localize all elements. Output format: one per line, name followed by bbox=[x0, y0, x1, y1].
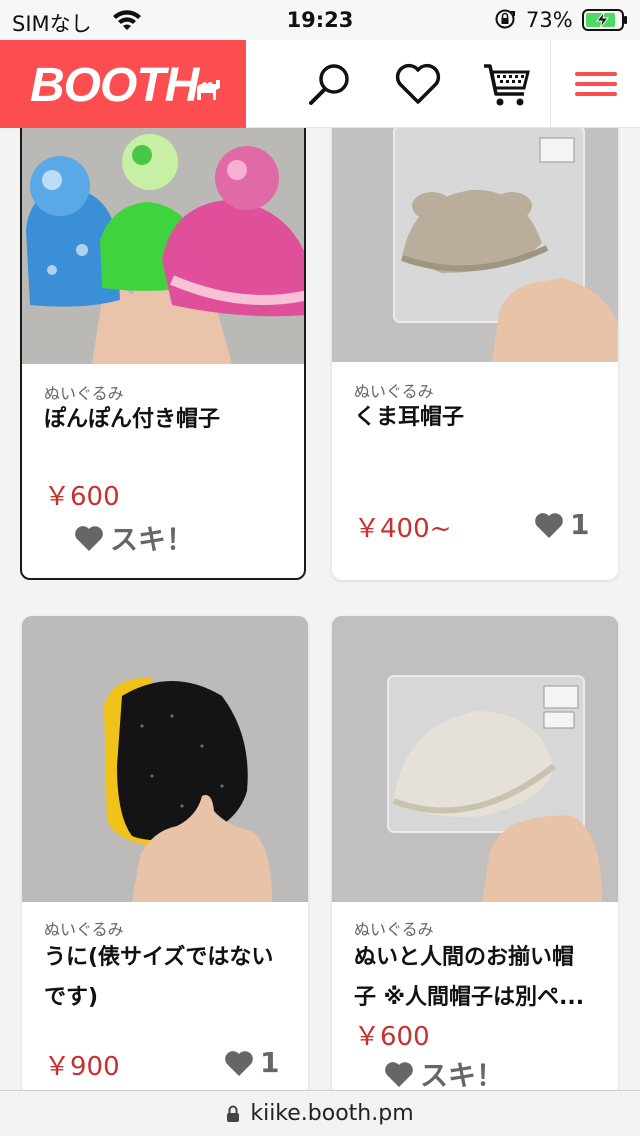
product-title: ぽんぽん付き帽子 bbox=[44, 407, 221, 432]
lock-icon bbox=[227, 1105, 240, 1122]
battery-charging-icon bbox=[582, 9, 627, 31]
url-text: kiike.booth.pm bbox=[250, 1101, 414, 1126]
product-image[interactable] bbox=[22, 128, 304, 364]
product-price: ￥600 bbox=[44, 482, 120, 512]
product-price: ￥600 bbox=[354, 1022, 430, 1052]
search-icon[interactable] bbox=[304, 58, 356, 110]
product-title-line1: うに(俵サイズではない bbox=[44, 945, 274, 970]
product-photo-sea-urchin-hat bbox=[22, 616, 308, 902]
product-photo-bear-ear-hat bbox=[332, 128, 618, 362]
like-count[interactable]: 1 bbox=[224, 1046, 279, 1079]
product-photo-pompom-hats bbox=[22, 128, 304, 364]
like-count[interactable]: 1 bbox=[534, 508, 589, 541]
booth-logo[interactable]: BOOTH bbox=[0, 40, 246, 128]
product-image[interactable] bbox=[332, 616, 618, 902]
heart-icon bbox=[225, 1050, 253, 1076]
product-card[interactable]: ぬいぐるみ くま耳帽子 ￥400~ 1 bbox=[332, 128, 618, 580]
product-title: くま耳帽子 bbox=[354, 405, 465, 430]
product-price: ￥400~ bbox=[354, 514, 452, 544]
logo-text: BOOTH bbox=[30, 59, 199, 112]
like-label: スキ！ bbox=[420, 1059, 505, 1090]
header-divider bbox=[550, 40, 551, 128]
product-card[interactable]: ぬいぐるみ うに(俵サイズではない です) ￥900 1 bbox=[22, 616, 308, 1090]
like-count-value: 1 bbox=[570, 508, 590, 541]
product-price: ￥900 bbox=[44, 1052, 120, 1082]
product-photo-matching-hat bbox=[332, 616, 618, 902]
heart-icon bbox=[75, 526, 103, 551]
product-card[interactable]: ぬいぐるみ ぽんぽん付き帽子 ￥600 スキ！ bbox=[20, 128, 306, 580]
like-button[interactable]: スキ！ bbox=[384, 1054, 504, 1090]
like-label: スキ！ bbox=[110, 523, 195, 556]
product-image[interactable] bbox=[332, 128, 618, 362]
cart-icon[interactable] bbox=[480, 58, 532, 110]
heart-icon[interactable] bbox=[392, 58, 444, 110]
rotation-lock-icon bbox=[495, 9, 515, 29]
like-button[interactable]: スキ！ bbox=[74, 518, 194, 558]
product-card[interactable]: ぬいぐるみ ぬいと人間のお揃い帽 子 ※人間帽子は別ペ... ￥600 スキ！ bbox=[332, 616, 618, 1090]
product-category: ぬいぐるみ bbox=[44, 920, 124, 939]
status-bar: SIMなし 19:23 73% bbox=[0, 0, 640, 40]
product-title-line2: です) bbox=[44, 985, 99, 1010]
app-header: BOOTH bbox=[0, 40, 640, 128]
product-title-line2: 子 ※人間帽子は別ペ... bbox=[354, 985, 585, 1010]
product-title-line1: ぬいと人間のお揃い帽 bbox=[354, 945, 575, 970]
product-grid: ぬいぐるみ ぽんぽん付き帽子 ￥600 スキ！ ぬいぐるみ くま耳帽子 ￥400… bbox=[0, 128, 640, 1090]
camel-logo-icon bbox=[197, 80, 220, 100]
hamburger-menu-icon[interactable] bbox=[570, 58, 622, 110]
battery-percent: 73% bbox=[526, 8, 573, 32]
product-image[interactable] bbox=[22, 616, 308, 902]
product-category: ぬいぐるみ bbox=[354, 920, 434, 939]
like-count-value: 1 bbox=[260, 1046, 280, 1079]
heart-icon bbox=[385, 1062, 413, 1087]
heart-icon bbox=[535, 512, 563, 538]
browser-url-bar[interactable]: kiike.booth.pm bbox=[0, 1090, 640, 1136]
